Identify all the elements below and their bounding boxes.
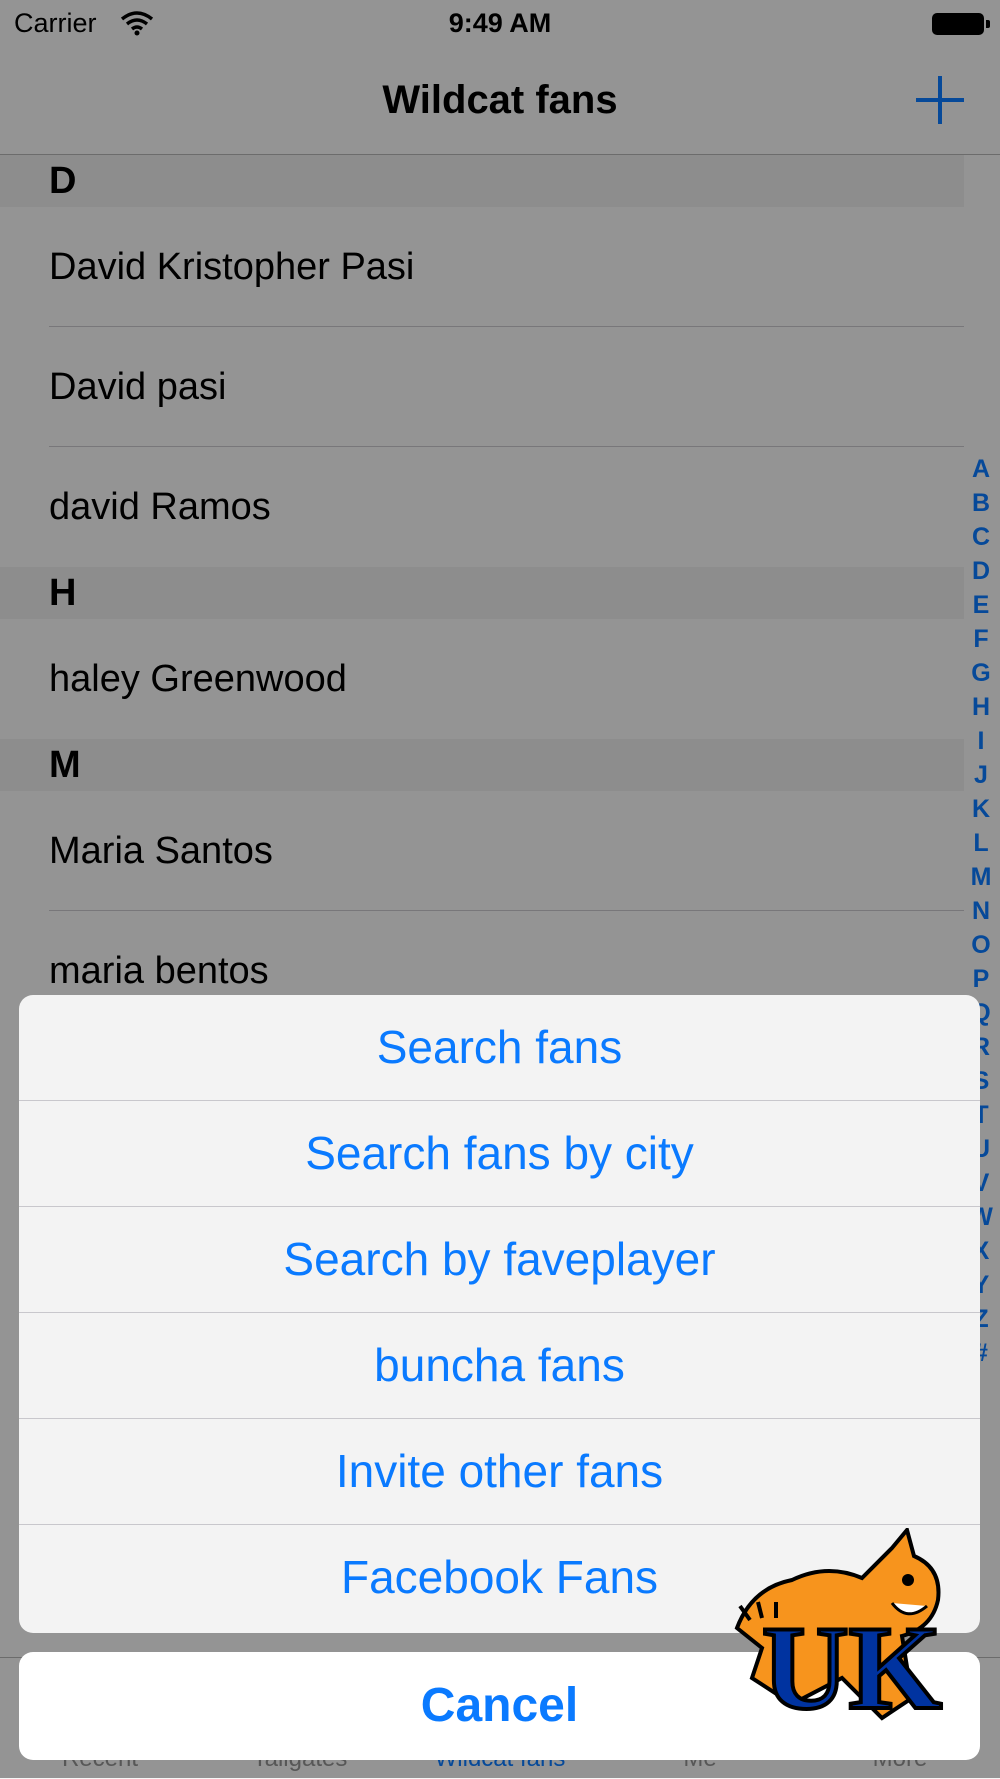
search-by-faveplayer-button[interactable]: Search by faveplayer <box>19 1207 980 1313</box>
buncha-fans-button[interactable]: buncha fans <box>19 1313 980 1419</box>
uk-logo-text: UK <box>762 1601 942 1728</box>
screen: Carrier 9:49 AM Wildcat fans D David Kri… <box>0 0 1000 1779</box>
search-fans-button[interactable]: Search fans <box>19 995 980 1101</box>
invite-other-fans-button[interactable]: Invite other fans <box>19 1419 980 1525</box>
search-fans-by-city-button[interactable]: Search fans by city <box>19 1101 980 1207</box>
uk-wildcat-logo: UK <box>734 1528 944 1728</box>
